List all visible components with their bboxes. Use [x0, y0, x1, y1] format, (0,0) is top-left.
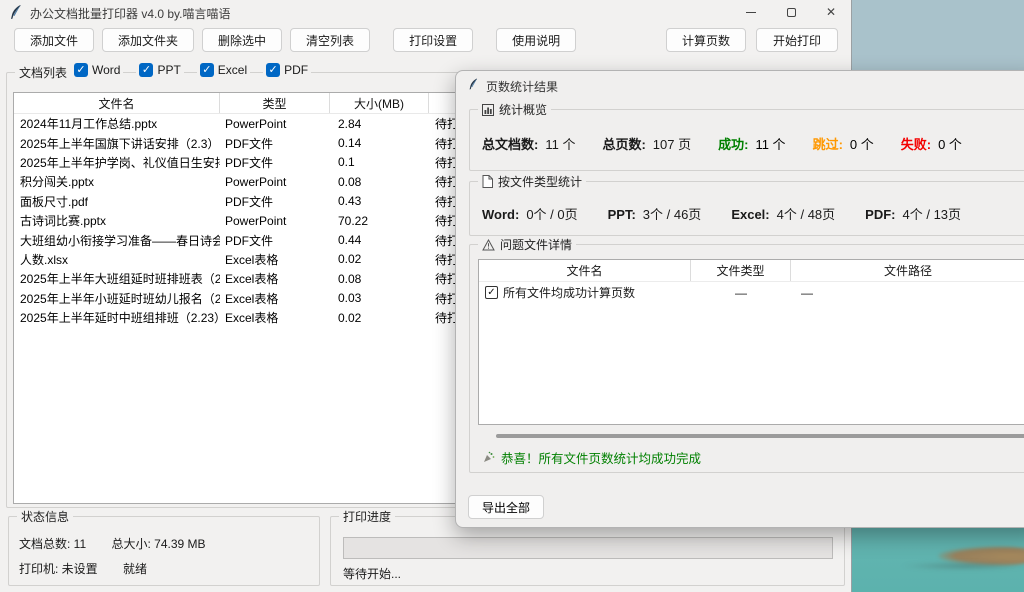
stat-total-docs: 总文档数:11 个 — [482, 134, 575, 153]
problem-files-group: 问题文件详情 文件名 文件类型 文件路径 ✓ 所有文件均成功计算页数 — — — [469, 244, 1024, 473]
print-progress-label: 打印进度 — [339, 508, 395, 525]
minimize-icon — [746, 12, 756, 13]
word-checkbox-icon[interactable]: ✓ — [74, 63, 88, 77]
stat-word: Word:0个 / 0页 — [482, 204, 578, 223]
stat-failed: 失败:0 个 — [901, 134, 962, 153]
stat-excel: Excel:4个 / 48页 — [731, 204, 835, 223]
excel-checkbox-icon[interactable]: ✓ — [200, 63, 214, 77]
stat-pdf: PDF:4个 / 13页 — [865, 204, 961, 223]
status-line-counts: 文档总数: 11 总大小: 74.39 MB — [19, 535, 206, 552]
column-header-type[interactable]: 类型 — [220, 93, 330, 113]
filter-pdf[interactable]: ✓ PDF — [263, 63, 311, 77]
column-header-filename[interactable]: 文件名 — [14, 93, 220, 113]
progress-status-text: 等待开始... — [343, 565, 401, 582]
toolbar: 添加文件 添加文件夹 删除选中 清空列表 打印设置 使用说明 计算页数 开始打印 — [0, 28, 852, 54]
titlebar: 办公文档批量打印器 v4.0 by.喵言喵语 ✕ — [0, 0, 851, 24]
celebration-icon — [482, 451, 495, 464]
stat-skipped: 跳过:0 个 — [813, 134, 874, 153]
add-file-button[interactable]: 添加文件 — [14, 28, 94, 52]
document-list-label: 文档列表 — [15, 64, 71, 81]
start-print-button[interactable]: 开始打印 — [756, 28, 838, 52]
document-icon — [482, 175, 493, 188]
type-filters: ✓ Word ✓ PPT ✓ Excel ✓ PDF — [71, 63, 311, 77]
overview-stats: 总文档数:11 个 总页数:107 页 成功:11 个 跳过:0 个 失败:0 … — [482, 134, 962, 153]
success-message: 恭喜！所有文件页数统计均成功完成 — [482, 448, 701, 467]
problem-table-header: 文件名 文件类型 文件路径 — [479, 260, 1024, 282]
filter-excel[interactable]: ✓ Excel — [197, 63, 250, 77]
clear-list-button[interactable]: 清空列表 — [290, 28, 370, 52]
status-info-group: 状态信息 文档总数: 11 总大小: 74.39 MB 打印机: 未设置 就绪 — [8, 516, 320, 586]
filter-ppt[interactable]: ✓ PPT — [136, 63, 183, 77]
by-type-label: 按文件类型统计 — [478, 173, 586, 190]
export-all-button[interactable]: 导出全部 — [468, 495, 544, 519]
wallpaper-sandbar-reflection — [900, 562, 1024, 570]
status-line-printer: 打印机: 未设置 就绪 — [19, 560, 147, 577]
progress-bar — [343, 537, 833, 559]
stat-total-pages: 总页数:107 页 — [602, 134, 691, 153]
filter-word[interactable]: ✓ Word — [71, 63, 123, 77]
help-button[interactable]: 使用说明 — [496, 28, 576, 52]
bar-chart-icon — [482, 104, 494, 116]
close-button[interactable]: ✕ — [811, 0, 851, 24]
horizontal-scrollbar[interactable] — [478, 433, 1024, 439]
row-checkbox[interactable]: ✓ — [485, 286, 498, 299]
add-folder-button[interactable]: 添加文件夹 — [102, 28, 194, 52]
status-info-label: 状态信息 — [17, 508, 73, 525]
problem-column-filepath[interactable]: 文件路径 — [791, 260, 1024, 281]
scrollbar-thumb[interactable] — [496, 434, 1024, 438]
ppt-checkbox-icon[interactable]: ✓ — [139, 63, 153, 77]
window-title: 办公文档批量打印器 v4.0 by.喵言喵语 — [30, 5, 230, 22]
maximize-button[interactable] — [771, 0, 811, 24]
pdf-checkbox-icon[interactable]: ✓ — [266, 63, 280, 77]
printer-status: 打印机: 未设置 — [19, 562, 98, 576]
close-icon: ✕ — [826, 6, 836, 18]
doc-total: 文档总数: 11 — [19, 537, 86, 551]
maximize-icon — [787, 8, 796, 17]
app-feather-icon — [9, 4, 23, 20]
desktop: { "window": { "title": "办公文档批量打印器 v4.0 b… — [0, 0, 1024, 592]
by-type-group: 按文件类型统计 Word:0个 / 0页 PPT:3个 / 46页 Excel:… — [469, 181, 1024, 236]
minimize-button[interactable] — [731, 0, 771, 24]
print-settings-button[interactable]: 打印设置 — [393, 28, 473, 52]
page-count-dialog: 页数统计结果 统计概览 总文档数:11 个 总页数:107 页 成功:11 个 … — [455, 70, 1024, 528]
dialog-title: 页数统计结果 — [486, 78, 558, 95]
by-type-stats: Word:0个 / 0页 PPT:3个 / 46页 Excel:4个 / 48页… — [482, 204, 961, 223]
overview-group: 统计概览 总文档数:11 个 总页数:107 页 成功:11 个 跳过:0 个 … — [469, 109, 1024, 171]
stat-ppt: PPT:3个 / 46页 — [608, 204, 702, 223]
warning-icon — [482, 239, 495, 251]
problem-table-row[interactable]: ✓ 所有文件均成功计算页数 — — — [479, 282, 1024, 303]
count-pages-button[interactable]: 计算页数 — [666, 28, 746, 52]
problem-column-filetype[interactable]: 文件类型 — [691, 260, 791, 281]
ready-status: 就绪 — [123, 562, 147, 576]
problem-files-label: 问题文件详情 — [478, 236, 576, 253]
dialog-feather-icon — [468, 77, 479, 91]
problem-table: 文件名 文件类型 文件路径 ✓ 所有文件均成功计算页数 — — — [478, 259, 1024, 425]
stat-success: 成功:11 个 — [718, 134, 785, 153]
total-size: 总大小: 74.39 MB — [111, 537, 205, 551]
dialog-titlebar: 页数统计结果 — [456, 71, 1024, 97]
overview-label: 统计概览 — [478, 101, 551, 118]
delete-selected-button[interactable]: 删除选中 — [202, 28, 282, 52]
column-header-size[interactable]: 大小(MB) — [330, 93, 429, 113]
problem-column-filename[interactable]: 文件名 — [479, 260, 691, 281]
